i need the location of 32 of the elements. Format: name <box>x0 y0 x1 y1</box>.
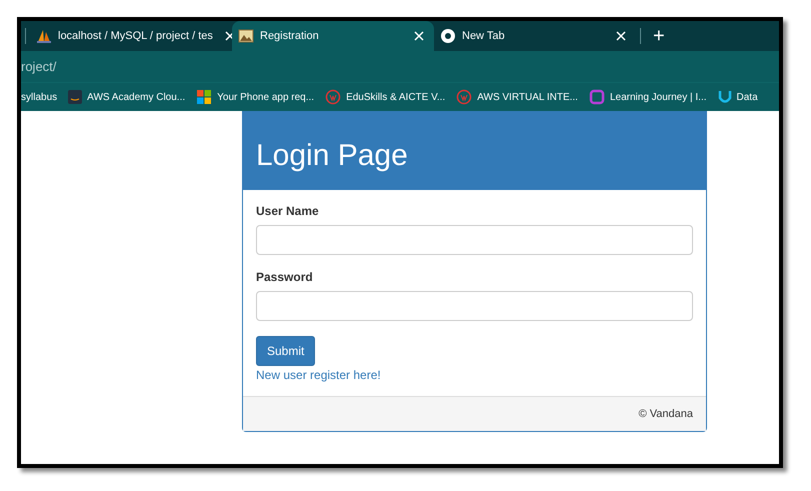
close-icon[interactable] <box>616 31 626 41</box>
field-label: User Name <box>256 204 319 218</box>
browser-logo-icon <box>440 28 456 44</box>
bookmark-link[interactable]: Your Phone app req... <box>217 92 314 102</box>
address-text[interactable]: roject/ <box>21 59 56 74</box>
bookmark-link[interactable]: Data <box>736 92 758 102</box>
close-icon[interactable] <box>224 31 235 41</box>
bookmark-link[interactable]: Learning Journey | I... <box>610 92 707 102</box>
new-tab-button[interactable]: + <box>645 26 673 46</box>
aws-logo-icon <box>68 90 82 104</box>
bookmark-link[interactable]: syllabus <box>21 92 58 102</box>
four-squares-icon <box>196 89 212 105</box>
ring-logo-icon <box>456 89 472 105</box>
submit-button[interactable]: Submit <box>256 336 316 366</box>
loop-logo-icon <box>588 89 605 105</box>
copyright-text: © Vandana <box>638 408 693 420</box>
browser-tab[interactable]: New Tab <box>434 21 636 51</box>
input-field[interactable] <box>256 291 693 321</box>
bookmark-link[interactable]: AWS VIRTUAL INTE... <box>477 92 578 102</box>
sail-icon <box>36 28 52 44</box>
bookmark-link[interactable]: AWS Academy Clou... <box>87 92 186 102</box>
browser-tab[interactable]: Registration <box>232 21 434 51</box>
field-label: Password <box>256 270 313 284</box>
bookmark-link[interactable]: EduSkills & AICTE V... <box>346 92 446 102</box>
page-title: Login Page <box>256 138 408 172</box>
close-icon[interactable] <box>414 31 424 41</box>
register-link[interactable]: New user register here! <box>256 368 381 382</box>
u-logo-icon <box>718 89 732 105</box>
picture-icon <box>238 28 254 44</box>
input-field[interactable] <box>256 225 693 255</box>
ring-logo-icon <box>325 89 342 105</box>
browser-tab[interactable]: localhost / MySQL / project / tes <box>30 21 232 51</box>
